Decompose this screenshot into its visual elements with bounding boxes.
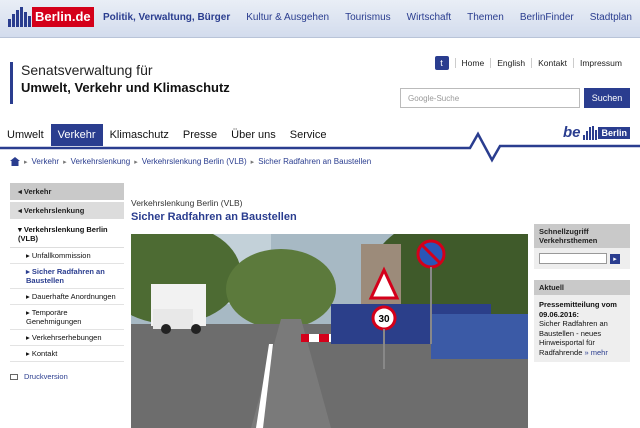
breadcrumb-item[interactable]: Sicher Radfahren an Baustellen <box>258 157 371 166</box>
construction-site-photo: 30 <box>131 234 528 428</box>
util-english-link[interactable]: English <box>490 58 531 68</box>
sidebar: ◂ Verkehr ◂ Verkehrslenkung ▾ Verkehrsle… <box>10 183 124 362</box>
portal-topbar: Berlin.de Politik, Verwaltung, Bürger Ku… <box>0 0 640 38</box>
speed-limit-number: 30 <box>378 314 390 325</box>
sidebar-section[interactable]: ◂ Verkehr <box>10 183 124 200</box>
chevron-right-icon: ▸ <box>63 158 67 166</box>
be-berlin-city-text: Berlin <box>598 126 630 139</box>
news-date: Pressemitteilung vom 09.06.2016: <box>539 300 617 319</box>
breadcrumb-item[interactable]: Verkehrslenkung <box>71 157 131 166</box>
portal-nav-themen[interactable]: Themen <box>467 12 504 23</box>
util-impressum-link[interactable]: Impressum <box>572 58 628 68</box>
portal-nav-tourismus[interactable]: Tourismus <box>345 12 391 23</box>
breadcrumb-item[interactable]: Verkehrslenkung Berlin (VLB) <box>142 157 247 166</box>
nav-item-verkehr[interactable]: Verkehr <box>50 124 103 146</box>
chevron-right-icon: ▸ <box>250 158 255 166</box>
portal-nav-kultur[interactable]: Kultur & Ausgehen <box>246 12 329 23</box>
be-berlin-logo: be Berlin <box>563 124 630 141</box>
print-link[interactable]: Druckversion <box>10 372 68 381</box>
breadcrumb: ▸ Verkehr ▸ Verkehrslenkung ▸ Verkehrsle… <box>10 157 371 166</box>
org-title-line1: Senatsverwaltung für <box>21 62 153 78</box>
go-arrow-icon[interactable]: ▸ <box>610 253 620 264</box>
nav-item-service[interactable]: Service <box>283 124 334 146</box>
quickaccess-select[interactable] <box>539 253 607 264</box>
news-title: Aktuell <box>534 280 630 295</box>
sidebar-current[interactable]: ▾ Verkehrslenkung Berlin (VLB) <box>10 221 124 248</box>
news-more-link[interactable]: » mehr <box>584 348 607 357</box>
berlin-de-logo[interactable]: Berlin.de <box>8 6 94 28</box>
util-home-link[interactable]: Home <box>454 58 491 68</box>
org-title[interactable]: Senatsverwaltung für Umwelt, Verkehr und… <box>10 62 230 104</box>
org-title-line2: Umwelt, Verkehr und Klimaschutz <box>21 80 230 95</box>
search-input[interactable]: Google-Suche <box>400 88 580 108</box>
portal-nav: Politik, Verwaltung, Bürger Kultur & Aus… <box>103 12 632 23</box>
portal-nav-berlinfinder[interactable]: BerlinFinder <box>520 12 574 23</box>
sidebar-item-sicher-radfahren[interactable]: ▸ Sicher Radfahren an Baustellen <box>10 264 124 289</box>
chevron-right-icon: ▸ <box>24 158 28 166</box>
search-button[interactable]: Suchen <box>584 88 630 108</box>
sidebar-item-temporaere[interactable]: ▸ Temporäre Genehmigungen <box>10 305 124 330</box>
news-box: Aktuell Pressemitteilung vom 09.06.2016:… <box>534 280 630 362</box>
utility-links: t Home English Kontakt Impressum <box>434 56 628 70</box>
sidebar-item-verkehrserhebungen[interactable]: ▸ Verkehrserhebungen <box>10 330 124 346</box>
page-title: Sicher Radfahren an Baustellen <box>131 211 297 223</box>
be-berlin-be-text: be <box>562 124 581 141</box>
sidebar-item-unfallkommission[interactable]: ▸ Unfallkommission <box>10 248 124 264</box>
portal-nav-stadtplan[interactable]: Stadtplan <box>590 12 632 23</box>
berlin-logo-bars-icon <box>8 7 31 27</box>
chevron-right-icon: ▸ <box>134 158 138 166</box>
nav-item-ueber-uns[interactable]: Über uns <box>224 124 283 146</box>
nav-item-presse[interactable]: Presse <box>176 124 224 146</box>
printer-icon <box>10 373 18 380</box>
quickaccess-title: Schnellzugriff Verkehrsthemen <box>534 224 630 248</box>
sidebar-item-kontakt[interactable]: ▸ Kontakt <box>10 346 124 362</box>
print-label: Druckversion <box>24 372 68 381</box>
portal-nav-wirtschaft[interactable]: Wirtschaft <box>407 12 451 23</box>
sidebar-subsection[interactable]: ◂ Verkehrslenkung <box>10 202 124 219</box>
be-berlin-bars-icon <box>583 125 598 140</box>
nav-item-umwelt[interactable]: Umwelt <box>0 124 51 146</box>
breadcrumb-item[interactable]: Verkehr <box>32 157 60 166</box>
main-nav: Umwelt Verkehr Klimaschutz Presse Über u… <box>0 124 333 146</box>
nav-item-klimaschutz[interactable]: Klimaschutz <box>103 124 176 146</box>
sidebar-item-dauerhafte[interactable]: ▸ Dauerhafte Anordnungen <box>10 289 124 305</box>
util-kontakt-link[interactable]: Kontakt <box>531 58 573 68</box>
quickaccess-box: Schnellzugriff Verkehrsthemen ▸ <box>534 224 630 269</box>
twitter-icon[interactable]: t <box>434 56 449 70</box>
content-kicker: Verkehrslenkung Berlin (VLB) <box>131 198 243 208</box>
logo-text: Berlin.de <box>32 7 94 27</box>
portal-nav-politik[interactable]: Politik, Verwaltung, Bürger <box>103 12 230 23</box>
home-icon[interactable] <box>10 157 20 166</box>
